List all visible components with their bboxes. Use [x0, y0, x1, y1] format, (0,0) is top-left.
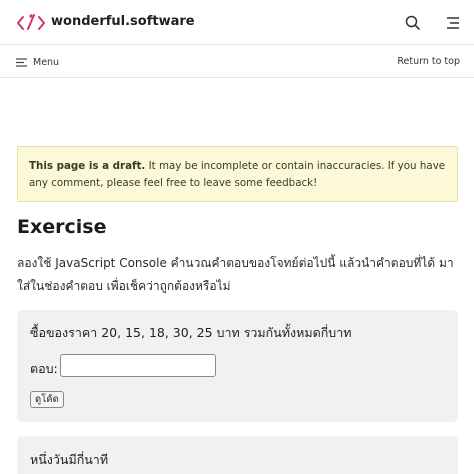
question-card: หนึ่งวันมีกี่นาที: [17, 436, 458, 474]
site-title[interactable]: wonderful.software: [51, 14, 195, 30]
hamburger-icon[interactable]: [442, 13, 462, 33]
return-to-top-link[interactable]: Return to top: [397, 56, 460, 67]
top-bar: wonderful.software: [0, 0, 474, 45]
menu-button[interactable]: Menu: [16, 54, 59, 70]
menu-lines-icon: [16, 57, 27, 67]
draft-notice: This page is a draft. It may be incomple…: [17, 146, 458, 202]
exercise-heading: Exercise: [17, 216, 107, 238]
sub-bar: Menu Return to top: [0, 45, 474, 78]
search-icon[interactable]: [403, 13, 423, 33]
question-text: หนึ่งวันมีกี่นาที: [30, 452, 109, 467]
question-text: ซื้อของราคา 20, 15, 18, 30, 25 บาท รวมกั…: [30, 325, 352, 340]
answer-label: ตอบ:: [30, 361, 58, 376]
answer-input[interactable]: [60, 354, 216, 377]
exercise-intro: ลองใช้ JavaScript Console คำนวณคำตอบของโ…: [17, 256, 454, 293]
draft-notice-bold: This page is a draft.: [29, 160, 146, 172]
feedback-link[interactable]: leave some feedback: [203, 177, 313, 189]
menu-label: Menu: [33, 56, 60, 68]
view-code-button[interactable]: ดูโค้ด: [30, 391, 64, 408]
logo-icon[interactable]: [16, 13, 46, 31]
draft-notice-end: !: [313, 177, 318, 189]
question-card: ซื้อของราคา 20, 15, 18, 30, 25 บาท รวมกั…: [17, 310, 458, 422]
